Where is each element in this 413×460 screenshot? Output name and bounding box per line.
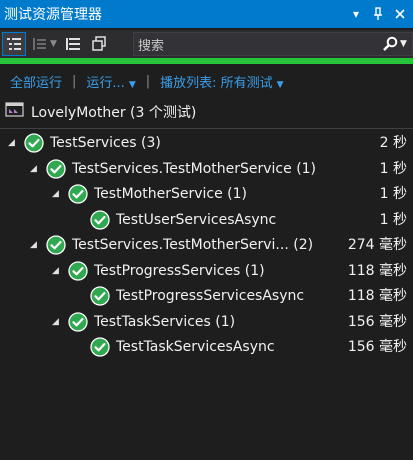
separator: | — [145, 73, 151, 89]
test-duration: 156 毫秒 — [347, 339, 407, 355]
test-name: TestProgressServicesAsync — [116, 288, 305, 304]
pin-icon[interactable] — [369, 3, 387, 25]
expander-icon[interactable]: ◢ — [30, 240, 40, 250]
copy-icon — [92, 36, 106, 51]
project-label: LovelyMother (3 个测试) — [31, 105, 197, 121]
passed-icon — [68, 260, 88, 281]
test-duration: 1 秒 — [379, 211, 407, 228]
playlist-link[interactable]: 播放列表: 所有测试 ▼ — [150, 72, 283, 91]
title-bar: 测试资源管理器 ▾ — [0, 0, 413, 28]
test-name: TestUserServicesAsync — [116, 211, 277, 228]
passed-icon — [90, 286, 110, 306]
test-name: TestServices (3) — [50, 135, 161, 151]
test-duration: 156 毫秒 — [347, 313, 407, 330]
search-box: 搜索 ▼ — [133, 32, 413, 56]
test-duration: 1 秒 — [379, 186, 407, 202]
test-tree-row[interactable]: ◢ TestServices (3) 2 秒 — [0, 130, 413, 156]
command-bar: 全部运行 | 运行... ▼ | 播放列表: 所有测试 ▼ — [0, 66, 413, 96]
divider — [0, 128, 413, 129]
test-tree-row[interactable]: ◢ TestProgressServices (1) 118 毫秒 — [0, 258, 413, 284]
test-duration: 118 毫秒 — [347, 262, 407, 279]
dropdown-icon[interactable]: ▾ — [347, 3, 365, 25]
passed-icon — [24, 133, 44, 153]
expander-icon[interactable]: ◢ — [52, 317, 62, 327]
close-icon[interactable] — [391, 3, 409, 25]
test-name: TestServices.TestMotherServi... (2) — [72, 237, 314, 253]
group-icon — [33, 38, 46, 50]
test-tree-row[interactable]: TestUserServicesAsync 1 秒 — [0, 207, 413, 233]
test-name: TestServices.TestMotherService (1) — [72, 160, 317, 177]
passed-icon — [90, 337, 110, 357]
test-tree-row[interactable]: ◢ TestMotherService (1) 1 秒 — [0, 181, 413, 207]
search-input[interactable]: 搜索 — [134, 35, 380, 54]
test-tree-row[interactable]: ◢ TestServices.TestMotherService (1) 1 秒 — [0, 156, 413, 182]
test-tree-row[interactable]: TestProgressServicesAsync 118 毫秒 — [0, 283, 413, 309]
search-options-icon[interactable]: ▼ — [400, 39, 412, 49]
list-icon — [65, 38, 80, 50]
chevron-down-icon[interactable]: ▼ — [50, 39, 57, 49]
test-duration: 1 秒 — [379, 160, 407, 177]
test-name: TestProgressServices (1) — [94, 262, 265, 279]
passed-icon — [46, 235, 66, 255]
project-header[interactable]: LovelyMother (3 个测试) — [0, 100, 413, 124]
passed-icon — [46, 158, 66, 179]
playlist-label: 播放列表: 所有测试 — [160, 75, 273, 91]
run-all-link[interactable]: 全部运行 — [0, 72, 62, 91]
test-status-bar — [0, 58, 413, 64]
project-icon — [5, 102, 25, 122]
toolbar: ▼ 搜索 ▼ — [0, 30, 413, 58]
expander-icon[interactable]: ◢ — [52, 266, 62, 276]
expand-all-button[interactable] — [61, 32, 85, 56]
test-name: TestMotherService (1) — [94, 186, 247, 202]
expander-icon[interactable]: ◢ — [52, 189, 62, 199]
run-label: 运行... — [86, 75, 125, 91]
search-icon[interactable] — [380, 33, 400, 55]
separator: | — [72, 73, 77, 89]
test-tree-row[interactable]: ◢ TestServices.TestMotherServi... (2) 274 … — [0, 232, 413, 258]
test-tree: ◢ TestServices (3) 2 秒 ◢ TestServices.TestMo… — [0, 130, 413, 360]
run-link[interactable]: 运行... ▼ — [76, 72, 135, 91]
test-duration: 274 毫秒 — [347, 237, 407, 253]
passed-icon — [68, 184, 88, 204]
expander-icon[interactable]: ◢ — [30, 164, 40, 174]
window-title: 测试资源管理器 — [4, 7, 102, 23]
test-name: TestTaskServicesAsync — [116, 339, 275, 355]
passed-icon — [90, 209, 110, 230]
test-tree-row[interactable]: ◢ TestTaskServices (1) 156 毫秒 — [0, 309, 413, 335]
group-by-button[interactable] — [28, 32, 52, 56]
expander-icon[interactable]: ◢ — [8, 138, 18, 148]
test-tree-row[interactable]: TestTaskServicesAsync 156 毫秒 — [0, 334, 413, 360]
test-name: TestTaskServices (1) — [94, 313, 236, 330]
passed-icon — [68, 311, 88, 332]
collapse-all-button[interactable] — [87, 32, 111, 56]
test-duration: 118 毫秒 — [347, 288, 407, 304]
chevron-down-icon: ▼ — [276, 79, 284, 90]
group-by-hierarchy-button[interactable] — [2, 32, 26, 56]
chevron-down-icon: ▼ — [128, 79, 136, 90]
hierarchy-icon — [7, 38, 21, 50]
test-duration: 2 秒 — [379, 135, 407, 151]
